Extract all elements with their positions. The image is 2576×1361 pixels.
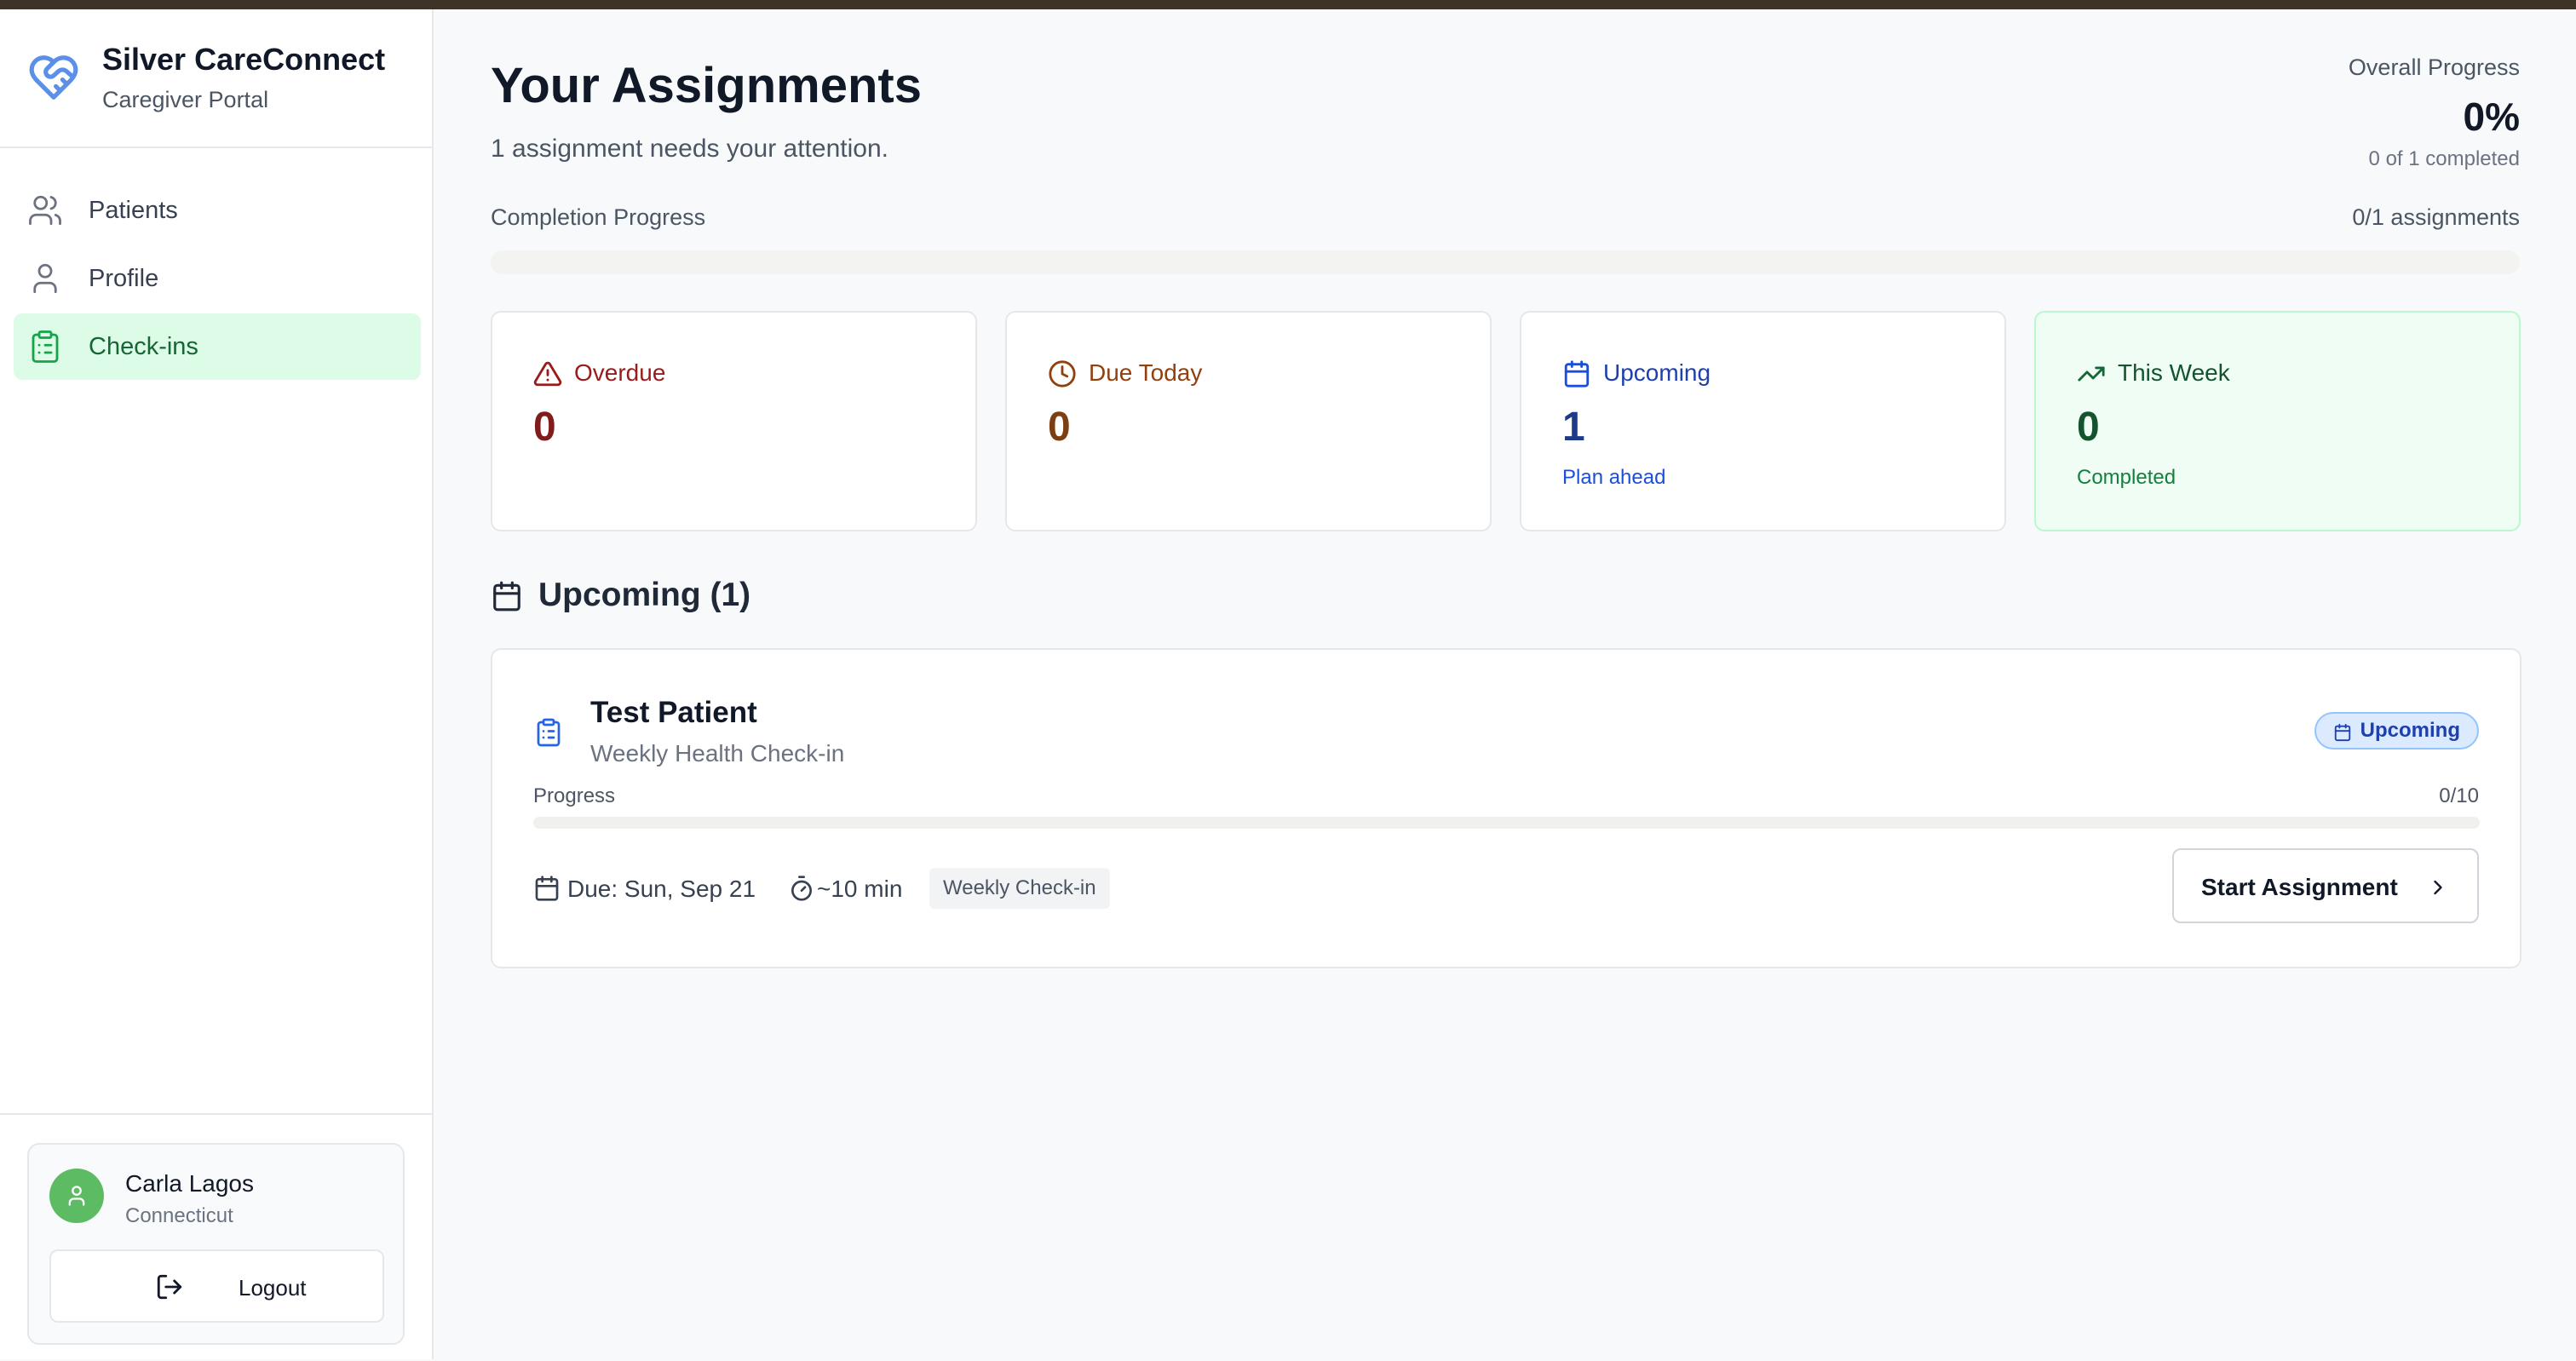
patient-name: Test Patient: [590, 696, 757, 729]
start-assignment-button[interactable]: Start Assignment: [2172, 848, 2479, 923]
stat-value: 0: [2077, 405, 2100, 450]
app-subtitle: Caregiver Portal: [102, 87, 269, 112]
users-icon: [29, 195, 61, 226]
start-assignment-label: Start Assignment: [2201, 874, 2398, 900]
stat-title: Due Today: [1089, 359, 1203, 386]
logout-button[interactable]: Logout: [49, 1249, 384, 1323]
chevron-right-icon: [2434, 880, 2442, 895]
completion-progress-label: Completion Progress: [491, 204, 706, 230]
user-card: Carla Lagos Connecticut Logout: [27, 1143, 405, 1345]
status-badge: Upcoming: [2314, 712, 2479, 749]
heart-handshake-icon: [29, 55, 78, 100]
timer-icon: [791, 876, 812, 901]
stat-value: 1: [1562, 405, 1585, 450]
main-content: Your Assignments 1 assignment needs your…: [434, 9, 2576, 1359]
stat-sub: Completed: [2077, 466, 2176, 489]
overall-progress-value: 0%: [2463, 95, 2520, 139]
stat-card-this-week: This Week 0 Completed: [2034, 311, 2521, 531]
stat-sub: Plan ahead: [1562, 466, 1666, 489]
sidebar-item-profile[interactable]: Profile: [14, 245, 421, 312]
calendar-icon: [1564, 360, 1590, 388]
logout-icon: [157, 1274, 182, 1300]
stat-card-upcoming: Upcoming 1 Plan ahead: [1520, 311, 2006, 531]
calendar-icon: [2334, 723, 2350, 742]
clipboard-icon: [32, 330, 59, 363]
sidebar: Silver CareConnect Caregiver Portal Pati…: [0, 9, 434, 1359]
assignment-progress-label: Progress: [533, 784, 616, 807]
user-name: Carla Lagos: [125, 1170, 254, 1197]
user-icon: [33, 263, 57, 294]
app-title: Silver CareConnect: [102, 42, 386, 77]
sidebar-item-label: Patients: [89, 197, 178, 224]
sidebar-nav: Patients Profile Check-ins: [14, 177, 421, 382]
sidebar-item-label: Profile: [89, 265, 159, 292]
assignment-type: Weekly Health Check-in: [590, 740, 845, 767]
completion-progress-count: 0/1 assignments: [2352, 204, 2520, 230]
logout-label: Logout: [239, 1275, 307, 1301]
completion-progress-bar: [491, 250, 2520, 274]
assignment-tag: Weekly Check-in: [929, 868, 1110, 909]
stat-card-overdue: Overdue 0: [491, 311, 977, 531]
assignment-progress-count: 0/10: [2439, 784, 2479, 807]
calendar-icon: [493, 581, 520, 612]
status-badge-label: Upcoming: [2360, 719, 2460, 742]
stat-value: 0: [533, 405, 556, 450]
overall-progress-sub: 0 of 1 completed: [2368, 147, 2520, 170]
user-location: Connecticut: [125, 1204, 233, 1227]
calendar-icon: [535, 876, 559, 901]
page-title: Your Assignments: [491, 58, 922, 113]
duration: ~10 min: [817, 876, 903, 902]
page-subtitle: 1 assignment needs your attention.: [491, 135, 888, 163]
sidebar-item-check-ins[interactable]: Check-ins: [14, 313, 421, 380]
stat-card-due-today: Due Today 0: [1005, 311, 1492, 531]
stat-title: Upcoming: [1603, 359, 1711, 386]
user-icon: [68, 1186, 85, 1206]
sidebar-item-patients[interactable]: Patients: [14, 177, 421, 244]
clipboard-icon: [537, 718, 561, 747]
stat-value: 0: [1048, 405, 1071, 450]
sidebar-item-label: Check-ins: [89, 333, 198, 360]
assignment-card: Test Patient Weekly Health Check-in Upco…: [491, 648, 2521, 968]
clock-icon: [1049, 360, 1076, 388]
overall-progress-label: Overall Progress: [2348, 55, 2520, 80]
window-top-bar: [0, 0, 2576, 9]
avatar: [49, 1169, 104, 1223]
stat-title: Overdue: [574, 359, 666, 386]
due-date: Due: Sun, Sep 21: [567, 876, 756, 902]
user-area: Carla Lagos Connecticut Logout: [0, 1113, 432, 1361]
section-title: Upcoming (1): [538, 577, 751, 613]
assignment-progress-bar: [533, 817, 2480, 829]
brand-header: Silver CareConnect Caregiver Portal: [0, 9, 432, 148]
stat-title: This Week: [2118, 359, 2230, 386]
trending-up-icon: [2078, 366, 2105, 382]
alert-triangle-icon: [533, 361, 562, 387]
